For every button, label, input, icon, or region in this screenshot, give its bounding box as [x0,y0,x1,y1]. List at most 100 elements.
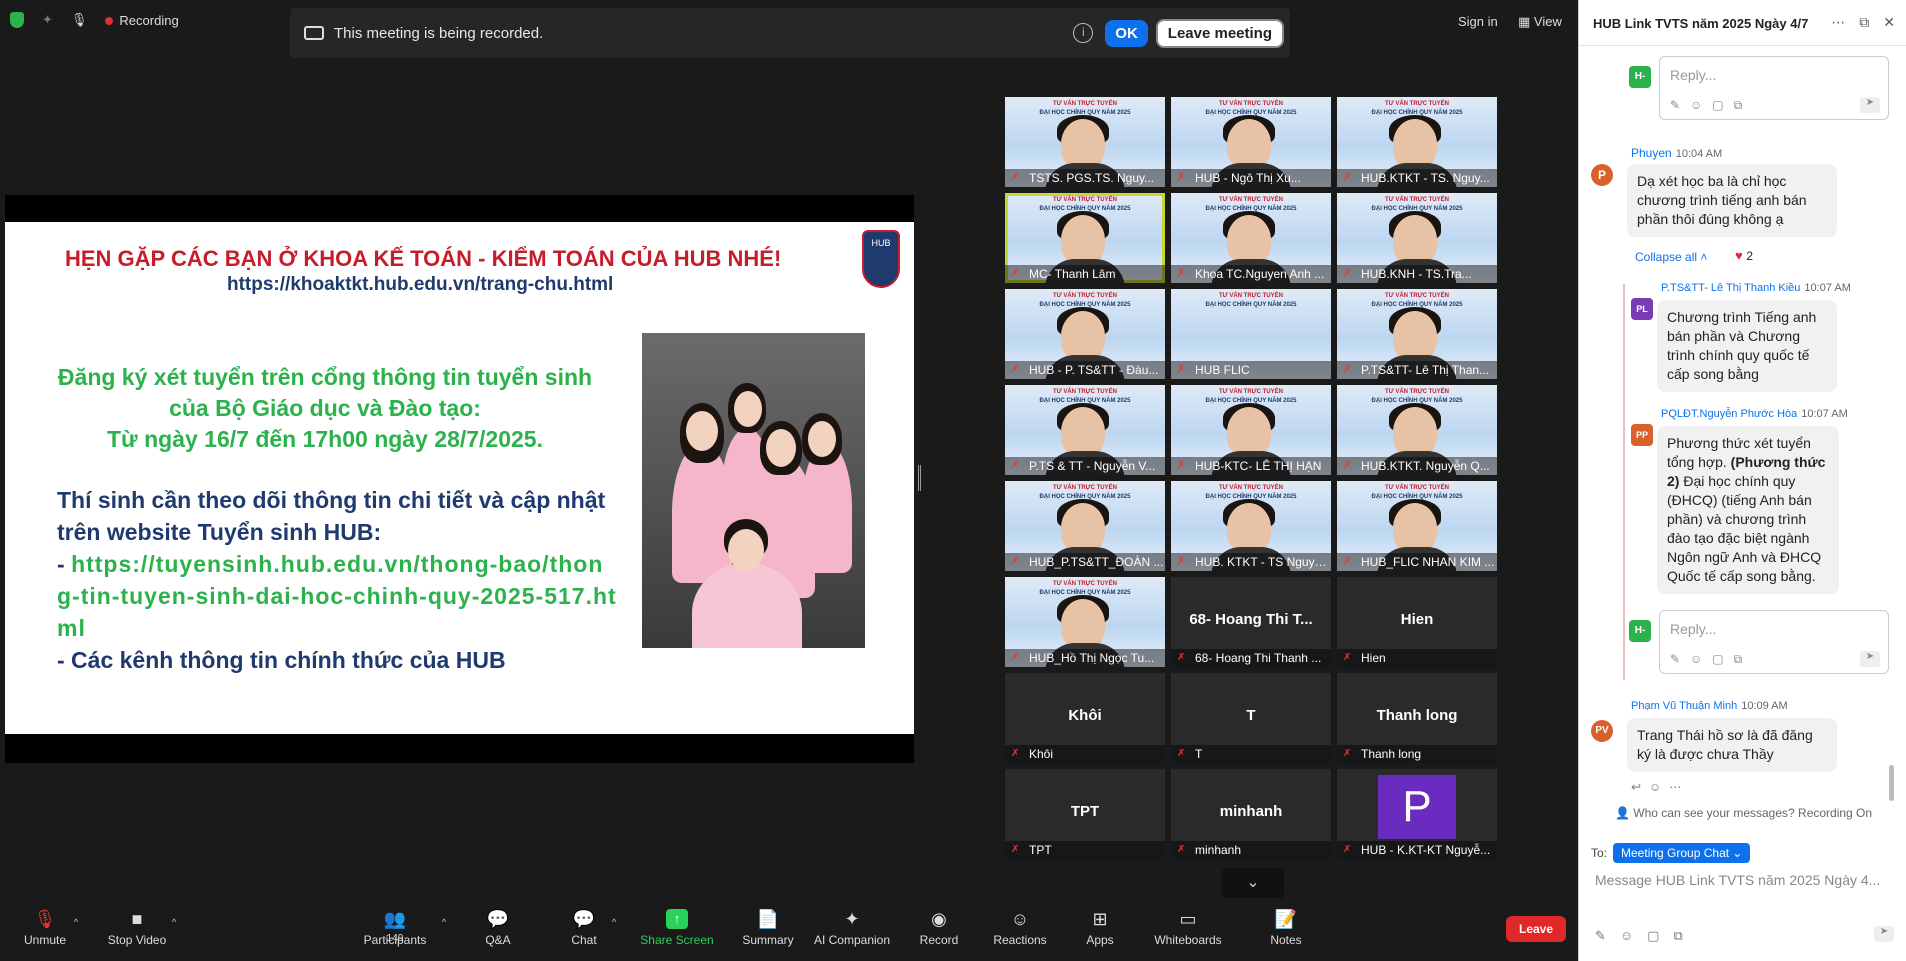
sparkle-icon[interactable]: ✦ [42,12,53,28]
chat-header-icons: ⋯ ⧉ ✕ [1831,14,1895,31]
qa-button[interactable]: 💬 Q&A [476,905,520,961]
slide: HẸN GẶP CÁC BẠN Ở KHOA KẾ TOÁN - KIỂM TO… [5,222,914,734]
participant-name: HUB - K.KT-KT Nguyễ... [1337,841,1497,859]
chevron-up-icon[interactable]: ^ [74,917,78,927]
share-screen-button[interactable]: ↑ Share Screen [640,905,714,961]
participant-name: HUB. KTKT - TS Nguyen ... [1171,553,1331,571]
summary-button[interactable]: 📄 Summary [740,905,796,961]
avatar: PV [1591,720,1613,742]
participant-tile[interactable]: TƯ VẤN TRỰC TUYẾN ĐẠI HỌC CHÍNH QUY NĂM 2… [1171,385,1331,475]
send-icon[interactable]: ➤ [1860,97,1880,113]
ok-button[interactable]: OK [1105,19,1148,47]
reply-tools[interactable]: ✎☺▢⧉ [1670,98,1752,113]
reply-tools[interactable]: ✎☺▢⧉ [1670,652,1752,667]
participant-tile[interactable]: TƯ VẤN TRỰC TUYẾN ĐẠI HỌC CHÍNH QUY NĂM 2… [1337,289,1497,379]
participant-name: Thanh long [1337,745,1497,763]
participant-tile[interactable]: 68- Hoang Thi T... 68- Hoang Thi Thanh ..… [1171,577,1331,667]
shield-icon[interactable] [10,12,24,28]
popout-icon[interactable]: ⧉ [1859,14,1869,31]
recipient-row: To: Meeting Group Chat ⌄ [1591,843,1751,863]
people-icon: 👤 [1615,806,1634,820]
message-input[interactable]: Message HUB Link TVTS năm 2025 Ngày 4... [1595,872,1895,888]
apps-icon: ⊞ [1092,909,1108,929]
thumb-header: TƯ VẤN TRỰC TUYẾN [1053,485,1117,491]
unmute-button[interactable]: 🎙 Unmute [18,905,72,961]
recipient-dropdown[interactable]: Meeting Group Chat ⌄ [1613,843,1751,863]
visibility-notice[interactable]: 👤 Who can see your messages? Recording O… [1615,806,1872,820]
record-button[interactable]: ◉ Record [916,905,962,961]
reply-box[interactable]: Reply... ✎☺▢⧉ ➤ [1659,610,1889,674]
chat-scrollbar[interactable] [1889,765,1894,801]
info-icon[interactable]: i [1073,23,1094,43]
more-icon[interactable]: ⋯ [1831,14,1845,31]
participant-tile[interactable]: Thanh long Thanh long ✗ [1337,673,1497,763]
collapse-label: Collapse all [1635,250,1698,264]
participant-tile[interactable]: TƯ VẤN TRỰC TUYẾN ĐẠI HỌC CHÍNH QUY NĂM 2… [1337,193,1497,283]
mic-icon[interactable]: 🎙 [71,12,88,28]
close-icon[interactable]: ✕ [1883,14,1895,31]
participant-tile[interactable]: TPT TPT ✗ [1005,769,1165,859]
participant-display-name: T [1246,707,1256,724]
participant-tile[interactable]: TƯ VẤN TRỰC TUYẾN ĐẠI HỌC CHÍNH QUY NĂM 2… [1337,97,1497,187]
reply-box[interactable]: Reply... ✎☺▢⧉ ➤ [1659,56,1889,120]
participant-tile[interactable]: TƯ VẤN TRỰC TUYẾN ĐẠI HỌC CHÍNH QUY NĂM 2… [1005,193,1165,283]
participant-tile[interactable]: TƯ VẤN TRỰC TUYẾN ĐẠI HỌC CHÍNH QUY NĂM 2… [1005,97,1165,187]
participant-video [1061,599,1105,649]
participant-tile[interactable]: TƯ VẤN TRỰC TUYẾN ĐẠI HỌC CHÍNH QUY NĂM 2… [1171,481,1331,571]
send-icon[interactable]: ➤ [1874,926,1894,942]
participant-name: HUB_P.TS&TT_ĐOÀN ... [1005,553,1165,571]
qa-label: Q&A [485,933,511,947]
participant-tile[interactable]: P HUB - K.KT-KT Nguyễ... ✗ [1337,769,1497,859]
message-bubble[interactable]: Phương thức xét tuyển tổng hợp. (Phương … [1657,426,1839,594]
leave-meeting-button[interactable]: Leave meeting [1155,18,1284,48]
chevron-down-icon[interactable]: ⌄ [1222,868,1284,898]
message-bubble[interactable]: Trang Thái hồ sơ là đã đăng ký là được c… [1627,718,1837,772]
whiteboards-button[interactable]: ▭ Whiteboards [1150,905,1226,961]
participant-name: MC- Thanh Lâm [1005,265,1165,283]
collapse-all-link[interactable]: Collapse all ˄ [1635,250,1707,264]
chevron-up-icon[interactable]: ^ [612,917,616,927]
participant-tile[interactable]: T T ✗ [1171,673,1331,763]
participant-tile[interactable]: TƯ VẤN TRỰC TUYẾN ĐẠI HỌC CHÍNH QUY NĂM 2… [1171,97,1331,187]
participant-tile[interactable]: TƯ VẤN TRỰC TUYẾN ĐẠI HỌC CHÍNH QUY NĂM 2… [1171,193,1331,283]
panel-resize-handle[interactable] [918,465,921,491]
reactions-button[interactable]: ☺ Reactions [992,905,1048,961]
avatar: H- [1629,66,1651,88]
stop-video-button[interactable]: ■ Stop Video [104,905,170,961]
sender-name: P.TS&TT- Lê Thị Thanh Kiều [1661,282,1801,294]
shared-screen[interactable]: HẸN GẶP CÁC BẠN Ở KHOA KẾ TOÁN - KIỂM TO… [5,195,914,763]
participant-tile[interactable]: TƯ VẤN TRỰC TUYẾN ĐẠI HỌC CHÍNH QUY NĂM 2… [1005,289,1165,379]
avatar: P [1591,164,1613,186]
leave-button[interactable]: Leave [1506,916,1566,942]
message-bubble[interactable]: Dạ xét học ba là chỉ học chương trình ti… [1627,164,1837,237]
participant-tile[interactable]: Khôi Khôi ✗ [1005,673,1165,763]
ai-companion-button[interactable]: ✦ AI Companion [812,905,892,961]
participant-tile[interactable]: Hien Hien ✗ [1337,577,1497,667]
apps-button[interactable]: ⊞ Apps [1080,905,1120,961]
participant-tile[interactable]: TƯ VẤN TRỰC TUYẾN ĐẠI HỌC CHÍNH QUY NĂM 2… [1171,289,1331,379]
send-icon[interactable]: ➤ [1860,651,1880,667]
chevron-up-icon[interactable]: ^ [172,917,176,927]
view-button[interactable]: ▦ View [1518,14,1562,30]
message-actions[interactable]: ↩☺⋯ [1631,780,1689,794]
participants-button[interactable]: 👥149 Participants [360,905,430,961]
heart-reaction[interactable]: ♥ 2 [1735,248,1753,263]
muted-mic-icon: ✗ [1177,364,1186,375]
participant-tile[interactable]: TƯ VẤN TRỰC TUYẾN ĐẠI HỌC CHÍNH QUY NĂM 2… [1005,577,1165,667]
participant-tile[interactable]: minhanh minhanh ✗ [1171,769,1331,859]
recording-banner: This meeting is being recorded. i OK Lea… [290,8,1290,58]
muted-mic-icon: ✗ [1177,844,1186,855]
muted-mic-icon: ✗ [1011,460,1020,471]
participant-tile[interactable]: TƯ VẤN TRỰC TUYẾN ĐẠI HỌC CHÍNH QUY NĂM 2… [1005,481,1165,571]
sign-in-link[interactable]: Sign in [1458,14,1498,29]
participant-tile[interactable]: TƯ VẤN TRỰC TUYẾN ĐẠI HỌC CHÍNH QUY NĂM 2… [1005,385,1165,475]
recording-indicator[interactable]: Recording [105,13,179,28]
participant-tile[interactable]: TƯ VẤN TRỰC TUYẾN ĐẠI HỌC CHÍNH QUY NĂM 2… [1337,481,1497,571]
message-bubble[interactable]: Chương trình Tiếng anh bán phần và Chươn… [1657,300,1837,392]
muted-mic-icon: ✗ [1011,652,1020,663]
participant-tile[interactable]: TƯ VẤN TRỰC TUYẾN ĐẠI HỌC CHÍNH QUY NĂM 2… [1337,385,1497,475]
chat-button[interactable]: 💬 Chat [560,905,608,961]
chevron-up-icon[interactable]: ^ [442,917,446,927]
compose-tools[interactable]: ✎☺▢⧉ [1595,928,1697,944]
notes-button[interactable]: 📝 Notes [1266,905,1306,961]
